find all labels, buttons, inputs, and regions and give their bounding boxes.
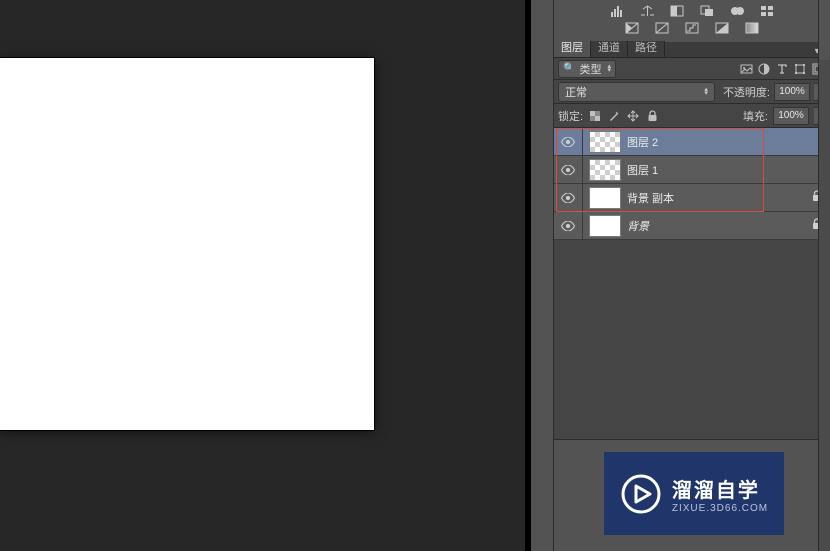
grid-icon[interactable]: [759, 3, 776, 18]
layer-row[interactable]: 背景 副本: [554, 184, 830, 212]
gradient-map-icon[interactable]: [714, 20, 731, 35]
lock-position-icon[interactable]: [626, 109, 640, 123]
layer-name-label[interactable]: 图层 2: [627, 134, 822, 150]
layer-row[interactable]: 图层 2: [554, 128, 830, 156]
layer-thumbnail[interactable]: [589, 159, 621, 181]
histogram-icon[interactable]: [609, 3, 626, 18]
blend-mode-select[interactable]: 正常 ▴▾: [558, 82, 715, 102]
visibility-eye-icon[interactable]: [554, 221, 582, 231]
adjustments-toolbar: [554, 0, 830, 42]
right-edge-top: [818, 0, 830, 60]
visibility-eye-icon[interactable]: [554, 165, 582, 175]
separator: [582, 128, 583, 155]
shapes-icon[interactable]: [729, 3, 746, 18]
watermark-subtitle: ZIXUE.3D66.COM: [672, 503, 768, 514]
layer-row[interactable]: 背景: [554, 212, 830, 240]
threshold-icon[interactable]: [654, 20, 671, 35]
layer-name-label[interactable]: 背景 副本: [627, 190, 812, 206]
layer-thumbnail[interactable]: [589, 187, 621, 209]
layer-list-empty-area[interactable]: [554, 240, 830, 440]
layer-row[interactable]: 图层 1: [554, 156, 830, 184]
contrast-icon[interactable]: [669, 3, 686, 18]
lock-row: 锁定: 填充: 100% ▾: [554, 104, 830, 128]
fill-label: 填充:: [743, 108, 768, 124]
separator: [582, 212, 583, 239]
selective-color-icon[interactable]: [744, 20, 761, 35]
opacity-input[interactable]: 100%: [774, 83, 810, 101]
layer-filter-bar: 🔍 类型 ▴▾: [554, 58, 830, 80]
layer-list: 图层 2 图层 1 背景 副本背景: [554, 128, 830, 240]
canvas-gutter: [531, 0, 553, 551]
document-canvas[interactable]: [0, 58, 374, 430]
filter-pixel-icon[interactable]: [738, 61, 754, 77]
layer-name-label[interactable]: 背景: [627, 218, 812, 234]
filter-adjustment-icon[interactable]: [756, 61, 772, 77]
layer-thumbnail[interactable]: [589, 131, 621, 153]
lock-all-icon[interactable]: [645, 109, 659, 123]
watermark: 溜溜自学 ZIXUE.3D66.COM: [604, 452, 784, 535]
watermark-logo-icon: [620, 473, 662, 515]
filter-type-label: 类型: [579, 61, 601, 77]
fill-input[interactable]: 100%: [773, 107, 809, 125]
separator: [582, 156, 583, 183]
tab-layers[interactable]: 图层: [554, 41, 591, 57]
search-icon: 🔍: [563, 63, 575, 74]
right-edge-scroll[interactable]: [818, 60, 830, 551]
lock-label: 锁定:: [558, 108, 583, 124]
posterize-icon[interactable]: [684, 20, 701, 35]
tab-paths[interactable]: 路径: [628, 41, 665, 57]
lock-pixels-icon[interactable]: [607, 109, 621, 123]
tab-channels[interactable]: 通道: [591, 41, 628, 57]
layer-name-label[interactable]: 图层 1: [627, 162, 822, 178]
filter-type-select[interactable]: 🔍 类型 ▴▾: [558, 60, 616, 78]
separator: [582, 184, 583, 211]
balance-icon[interactable]: [639, 3, 656, 18]
panel-tab-bar: 图层 通道 路径 ▾≡: [554, 42, 830, 58]
canvas-background: [0, 0, 530, 551]
opacity-label: 不透明度:: [723, 84, 770, 100]
invert-icon[interactable]: [624, 20, 641, 35]
blend-mode-value: 正常: [565, 84, 587, 100]
layer-thumbnail[interactable]: [589, 215, 621, 237]
select-arrows-icon: ▴▾: [704, 88, 708, 96]
visibility-eye-icon[interactable]: [554, 137, 582, 147]
select-arrows-icon: ▴▾: [607, 65, 611, 73]
filter-shape-icon[interactable]: [792, 61, 808, 77]
filter-type-icon[interactable]: [774, 61, 790, 77]
visibility-eye-icon[interactable]: [554, 193, 582, 203]
watermark-title: 溜溜自学: [672, 474, 768, 503]
overlap-icon[interactable]: [699, 3, 716, 18]
blend-mode-row: 正常 ▴▾ 不透明度: 100% ▾: [554, 80, 830, 104]
lock-transparency-icon[interactable]: [588, 109, 602, 123]
